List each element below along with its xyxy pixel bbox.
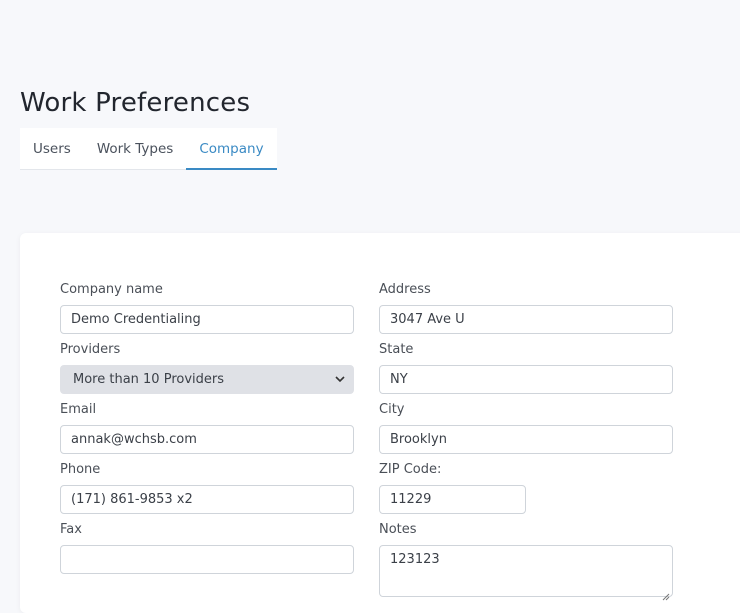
chevron-down-icon xyxy=(335,366,345,393)
phone-label: Phone xyxy=(60,462,101,477)
address-label: Address xyxy=(379,282,431,297)
city-label: City xyxy=(379,402,405,417)
providers-selected-value: More than 10 Providers xyxy=(73,372,225,387)
providers-field: Providers More than 10 Providers xyxy=(60,342,354,394)
city-field: City xyxy=(379,402,673,454)
zip-field: ZIP Code: xyxy=(379,462,526,514)
company-name-input[interactable] xyxy=(60,305,354,334)
email-input[interactable] xyxy=(60,425,354,454)
tab-company[interactable]: Company xyxy=(186,128,277,170)
notes-label: Notes xyxy=(379,522,417,537)
notes-wrapper: 123123 xyxy=(379,545,673,601)
fax-input[interactable] xyxy=(60,545,354,574)
tab-users[interactable]: Users xyxy=(20,128,84,170)
tab-work-types[interactable]: Work Types xyxy=(84,128,187,170)
page-title: Work Preferences xyxy=(20,88,251,118)
email-field: Email xyxy=(60,402,354,454)
providers-select[interactable]: More than 10 Providers xyxy=(60,365,354,394)
fax-label: Fax xyxy=(60,522,82,537)
company-name-label: Company name xyxy=(60,282,163,297)
resize-handle-icon[interactable] xyxy=(662,586,670,601)
address-field: Address xyxy=(379,282,673,334)
address-input[interactable] xyxy=(379,305,673,334)
providers-label: Providers xyxy=(60,342,121,357)
phone-input[interactable] xyxy=(60,485,354,514)
notes-field: Notes 123123 xyxy=(379,522,673,601)
state-label: State xyxy=(379,342,414,357)
zip-label: ZIP Code: xyxy=(379,462,442,477)
zip-input[interactable] xyxy=(379,485,526,514)
state-field: State xyxy=(379,342,673,394)
fax-field: Fax xyxy=(60,522,354,574)
company-form-card: Company name Providers More than 10 Prov… xyxy=(20,233,740,613)
phone-field: Phone xyxy=(60,462,354,514)
city-input[interactable] xyxy=(379,425,673,454)
tab-bar: Users Work Types Company xyxy=(20,128,277,170)
notes-textarea[interactable]: 123123 xyxy=(379,545,673,597)
company-name-field: Company name xyxy=(60,282,354,334)
state-input[interactable] xyxy=(379,365,673,394)
email-label: Email xyxy=(60,402,97,417)
